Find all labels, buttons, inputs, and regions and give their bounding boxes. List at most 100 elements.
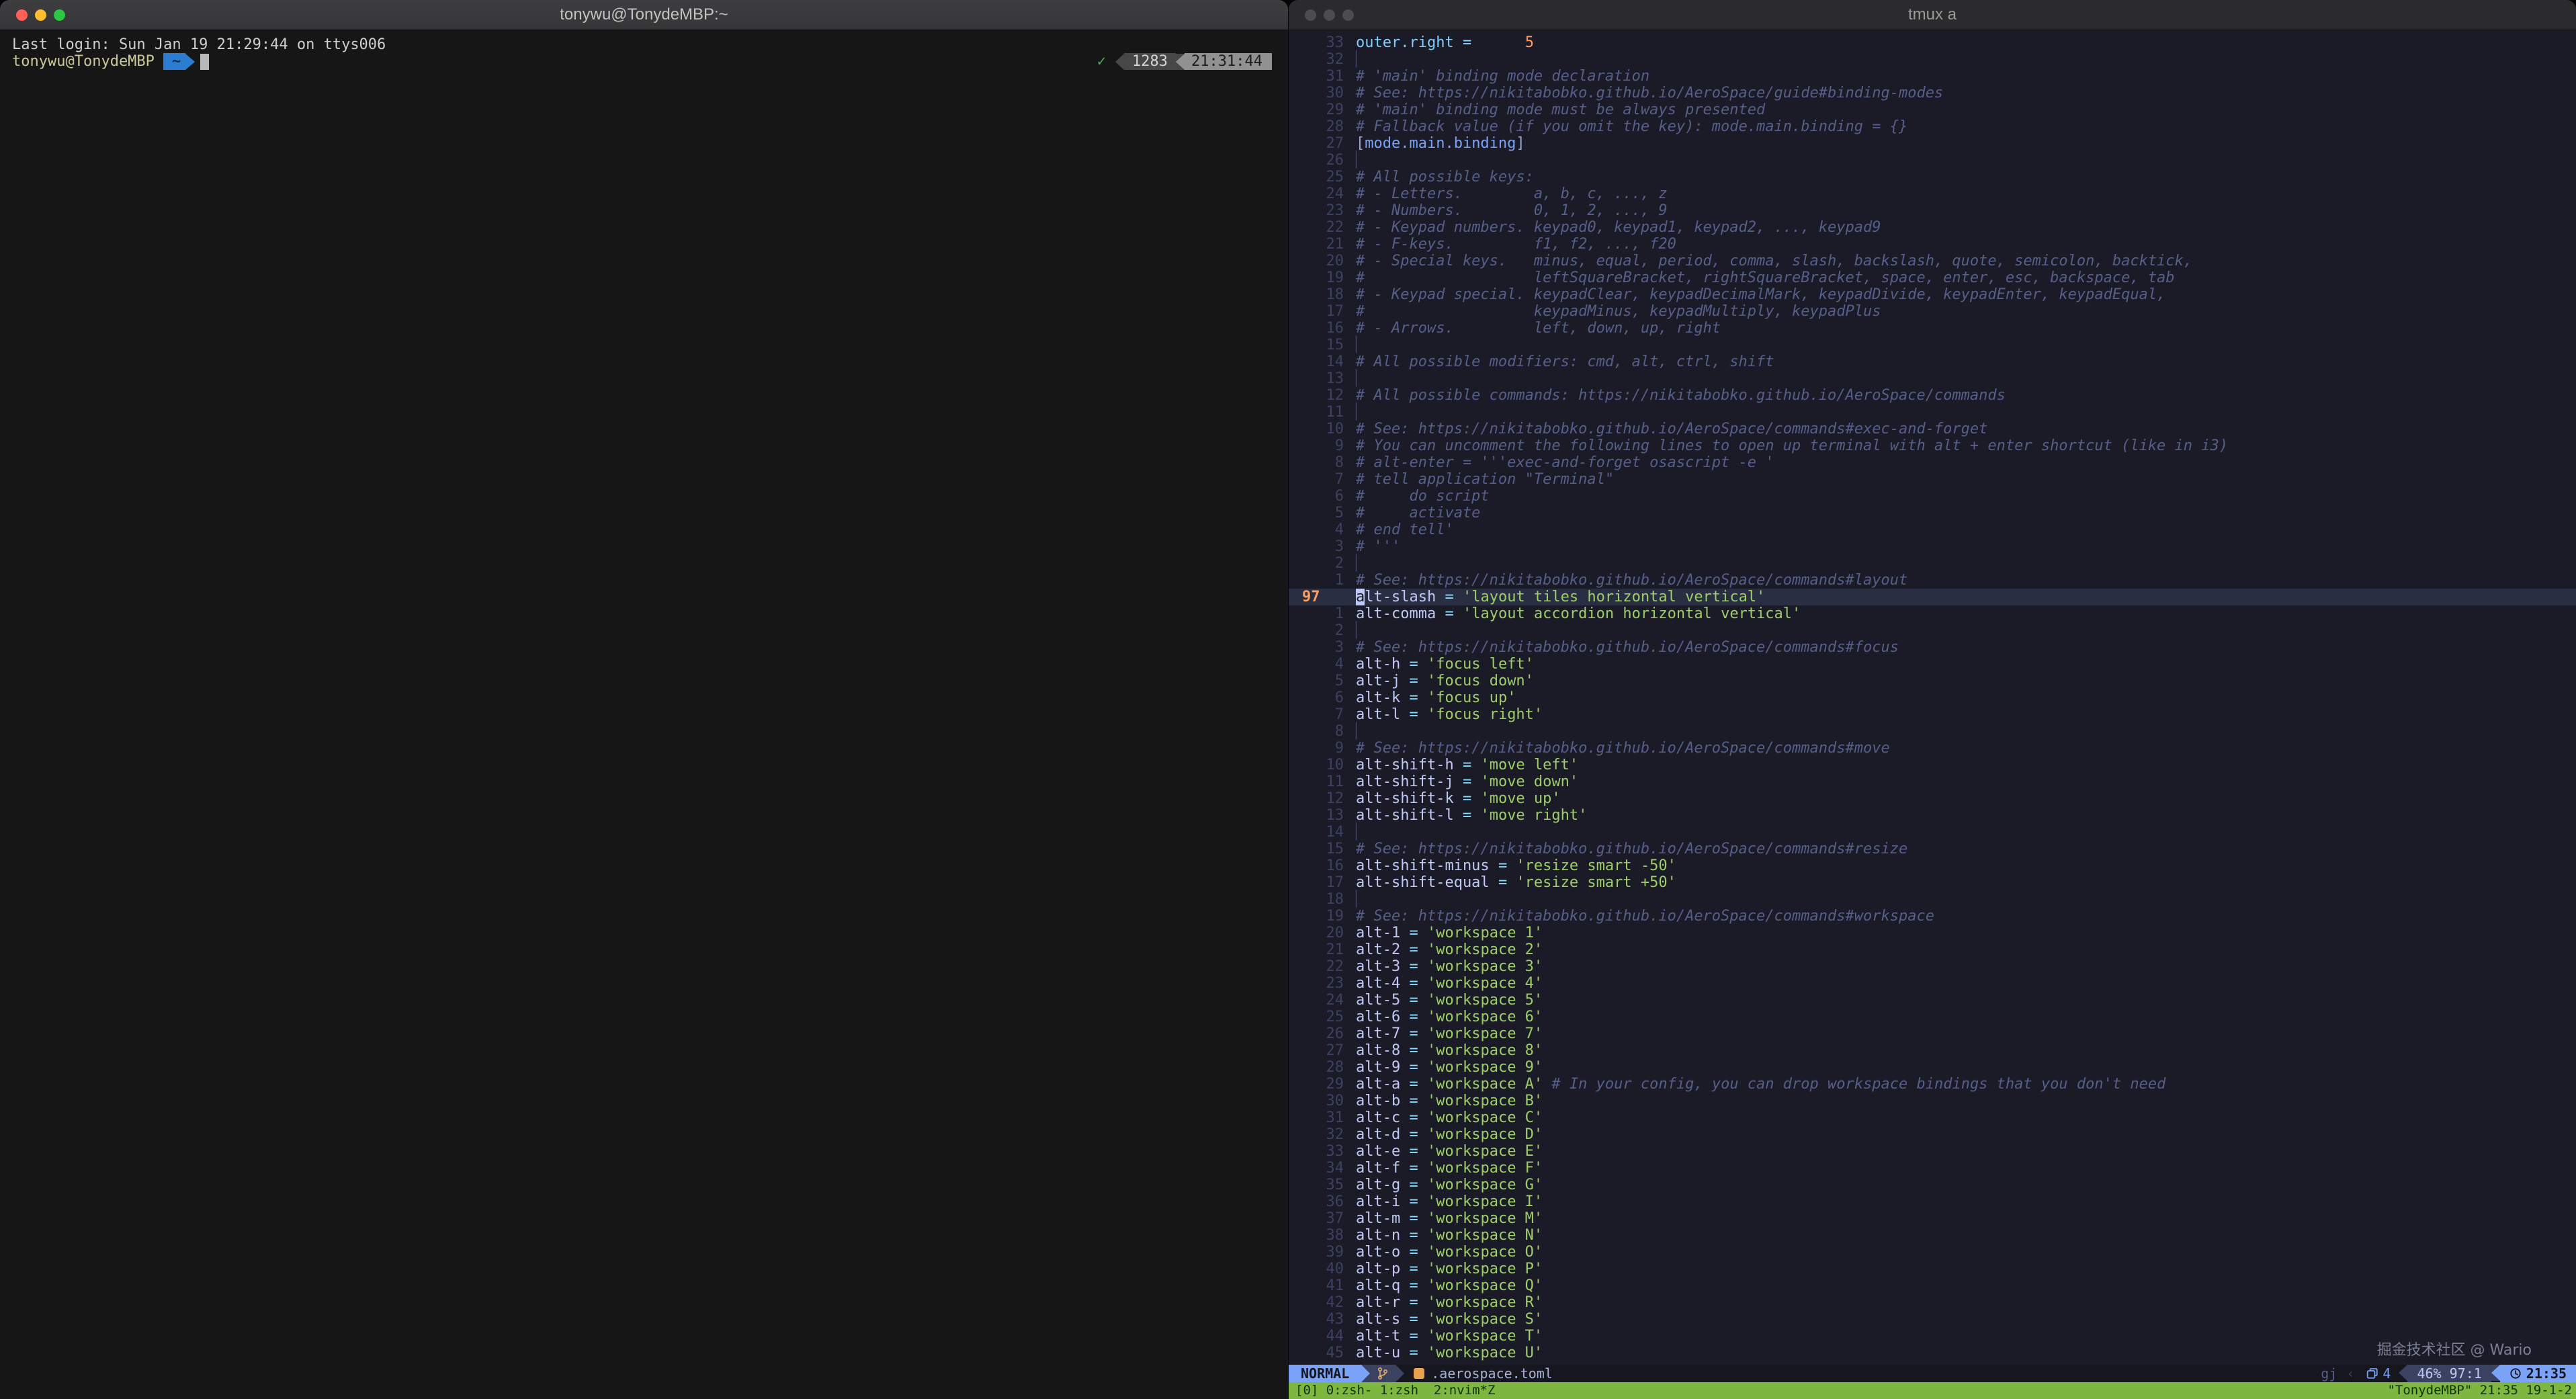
code-line[interactable]: 43alt-s = 'workspace S': [1289, 1311, 2576, 1328]
code-line[interactable]: 18# - Keypad special. keypadClear, keypa…: [1289, 286, 2576, 303]
code-line[interactable]: 41alt-q = 'workspace Q': [1289, 1277, 2576, 1294]
code-line[interactable]: 11▏: [1289, 404, 2576, 421]
code-line[interactable]: 11alt-shift-j = 'move down': [1289, 773, 2576, 790]
code-lines[interactable]: 33outer.right = 532▏31# 'main' binding m…: [1289, 34, 2576, 1361]
code-line[interactable]: 10# See: https://nikitabobko.github.io/A…: [1289, 421, 2576, 437]
code-line[interactable]: 22alt-3 = 'workspace 3': [1289, 958, 2576, 975]
code-line-current[interactable]: 97alt-slash = 'layout tiles horizontal v…: [1289, 589, 2576, 605]
code-line[interactable]: 8▏: [1289, 723, 2576, 740]
code-line[interactable]: 39alt-o = 'workspace O': [1289, 1244, 2576, 1261]
code-line[interactable]: 33alt-e = 'workspace E': [1289, 1143, 2576, 1160]
line-number: 16: [1302, 857, 1344, 874]
code-line[interactable]: 5# activate: [1289, 505, 2576, 521]
code-line[interactable]: 17alt-shift-equal = 'resize smart +50': [1289, 874, 2576, 891]
minimize-button[interactable]: [1324, 9, 1335, 21]
code-line[interactable]: 32▏: [1289, 51, 2576, 68]
code-line[interactable]: 23alt-4 = 'workspace 4': [1289, 975, 2576, 992]
terminal-content[interactable]: Last login: Sun Jan 19 21:29:44 on ttys0…: [0, 30, 1288, 1399]
code-line[interactable]: 22# - Keypad numbers. keypad0, keypad1, …: [1289, 219, 2576, 236]
scroll-progress: 46%: [2417, 1365, 2441, 1382]
line-number: 22: [1302, 958, 1344, 975]
code-line[interactable]: 8# alt-enter = '''exec-and-forget osascr…: [1289, 454, 2576, 471]
code-line[interactable]: 16alt-shift-minus = 'resize smart -50': [1289, 857, 2576, 874]
code-line[interactable]: 10alt-shift-h = 'move left': [1289, 757, 2576, 773]
code-line[interactable]: 6# do script: [1289, 488, 2576, 505]
code-line[interactable]: 24alt-5 = 'workspace 5': [1289, 992, 2576, 1009]
code-line[interactable]: 42alt-r = 'workspace R': [1289, 1294, 2576, 1311]
code-line[interactable]: 17# keypadMinus, keypadMultiply, keypadP…: [1289, 303, 2576, 320]
line-number: 18: [1302, 891, 1344, 908]
code-line[interactable]: 13alt-shift-l = 'move right': [1289, 807, 2576, 824]
code-line[interactable]: 25alt-6 = 'workspace 6': [1289, 1009, 2576, 1025]
code-line[interactable]: 7# tell application "Terminal": [1289, 471, 2576, 488]
code-line[interactable]: 13▏: [1289, 370, 2576, 387]
code-line[interactable]: 1# See: https://nikitabobko.github.io/Ae…: [1289, 572, 2576, 589]
code-line[interactable]: 26▏: [1289, 152, 2576, 169]
code-line[interactable]: 4# end tell': [1289, 521, 2576, 538]
code-line[interactable]: 30alt-b = 'workspace B': [1289, 1093, 2576, 1109]
git-branch-segment: [1370, 1365, 1396, 1382]
code-line[interactable]: 35alt-g = 'workspace G': [1289, 1177, 2576, 1193]
code-line[interactable]: 31# 'main' binding mode declaration: [1289, 68, 2576, 85]
code-line[interactable]: 24# - Letters. a, b, c, ..., z: [1289, 185, 2576, 202]
code-line[interactable]: 32alt-d = 'workspace D': [1289, 1126, 2576, 1143]
code-line[interactable]: 1alt-comma = 'layout accordion horizonta…: [1289, 605, 2576, 622]
code-line[interactable]: 14▏: [1289, 824, 2576, 841]
line-number: 10: [1302, 421, 1344, 437]
code-line[interactable]: 34alt-f = 'workspace F': [1289, 1160, 2576, 1177]
code-line[interactable]: 19# See: https://nikitabobko.github.io/A…: [1289, 908, 2576, 925]
code-line[interactable]: 31alt-c = 'workspace C': [1289, 1109, 2576, 1126]
code-line[interactable]: 33outer.right = 5: [1289, 34, 2576, 51]
code-text: alt-comma = 'layout accordion horizontal…: [1356, 605, 1801, 622]
code-line[interactable]: 2▏: [1289, 555, 2576, 572]
line-number: 24: [1302, 992, 1344, 1009]
code-line[interactable]: 5alt-j = 'focus down': [1289, 673, 2576, 689]
editor-buffer[interactable]: 33outer.right = 532▏31# 'main' binding m…: [1289, 30, 2576, 1365]
code-line[interactable]: 16# - Arrows. left, down, up, right: [1289, 320, 2576, 337]
code-line[interactable]: 26alt-7 = 'workspace 7': [1289, 1025, 2576, 1042]
code-text: alt-1 = 'workspace 1': [1356, 925, 1543, 941]
code-line[interactable]: 25# All possible keys:: [1289, 169, 2576, 185]
code-line[interactable]: 6alt-k = 'focus up': [1289, 689, 2576, 706]
minimize-button[interactable]: [35, 9, 46, 21]
code-line[interactable]: 20# - Special keys. minus, equal, period…: [1289, 253, 2576, 269]
code-line[interactable]: 29# 'main' binding mode must be always p…: [1289, 101, 2576, 118]
terminal-titlebar[interactable]: tonywu@TonydeMBP:~: [0, 0, 1288, 30]
close-button[interactable]: [1305, 9, 1316, 21]
code-line[interactable]: 12alt-shift-k = 'move up': [1289, 790, 2576, 807]
code-line[interactable]: 3# See: https://nikitabobko.github.io/Ae…: [1289, 639, 2576, 656]
code-line[interactable]: 23# - Numbers. 0, 1, 2, ..., 9: [1289, 202, 2576, 219]
code-line[interactable]: 21# - F-keys. f1, f2, ..., f20: [1289, 236, 2576, 253]
code-line[interactable]: 27[mode.main.binding]: [1289, 135, 2576, 152]
code-line[interactable]: 37alt-m = 'workspace M': [1289, 1210, 2576, 1227]
code-text: ▏: [1356, 824, 1365, 841]
code-line[interactable]: 21alt-2 = 'workspace 2': [1289, 941, 2576, 958]
code-line[interactable]: 7alt-l = 'focus right': [1289, 706, 2576, 723]
code-line[interactable]: 20alt-1 = 'workspace 1': [1289, 925, 2576, 941]
code-line[interactable]: 28# Fallback value (if you omit the key)…: [1289, 118, 2576, 135]
code-line[interactable]: 15▏: [1289, 337, 2576, 353]
zoom-button[interactable]: [54, 9, 65, 21]
code-line[interactable]: 36alt-i = 'workspace I': [1289, 1193, 2576, 1210]
code-line[interactable]: 15# See: https://nikitabobko.github.io/A…: [1289, 841, 2576, 857]
tmux-titlebar[interactable]: tmux a: [1289, 0, 2576, 30]
code-line[interactable]: 19# leftSquareBracket, rightSquareBracke…: [1289, 269, 2576, 286]
line-number: 41: [1302, 1277, 1344, 1294]
code-line[interactable]: 14# All possible modifiers: cmd, alt, ct…: [1289, 353, 2576, 370]
code-line[interactable]: 29alt-a = 'workspace A' # In your config…: [1289, 1076, 2576, 1093]
code-line[interactable]: 28alt-9 = 'workspace 9': [1289, 1059, 2576, 1076]
code-line[interactable]: 30# See: https://nikitabobko.github.io/A…: [1289, 85, 2576, 101]
code-line[interactable]: 27alt-8 = 'workspace 8': [1289, 1042, 2576, 1059]
code-line[interactable]: 4alt-h = 'focus left': [1289, 656, 2576, 673]
code-line[interactable]: 2▏: [1289, 622, 2576, 639]
code-line[interactable]: 9# See: https://nikitabobko.github.io/Ae…: [1289, 740, 2576, 757]
code-line[interactable]: 9# You can uncomment the following lines…: [1289, 437, 2576, 454]
code-line[interactable]: 40alt-p = 'workspace P': [1289, 1261, 2576, 1277]
code-line[interactable]: 12# All possible commands: https://nikit…: [1289, 387, 2576, 404]
close-button[interactable]: [16, 9, 28, 21]
code-line[interactable]: 3# ''': [1289, 538, 2576, 555]
code-line[interactable]: 38alt-n = 'workspace N': [1289, 1227, 2576, 1244]
zoom-button[interactable]: [1342, 9, 1354, 21]
code-line[interactable]: 18▏: [1289, 891, 2576, 908]
current-filename: .aerospace.toml: [1431, 1365, 1553, 1382]
